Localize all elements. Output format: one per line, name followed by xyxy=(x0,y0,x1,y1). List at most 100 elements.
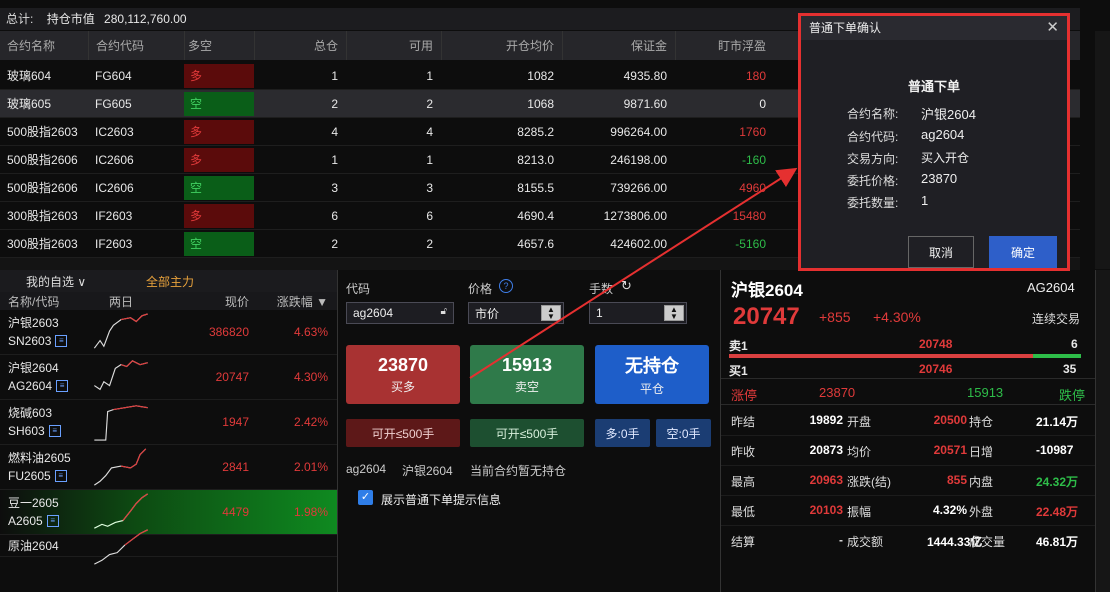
close-position-button[interactable]: 无持仓 平仓 xyxy=(595,345,709,404)
cell-avg-price: 8213.0 xyxy=(517,152,554,167)
wl-col-twoday[interactable]: 两日 xyxy=(78,293,164,310)
cell-margin: 9871.60 xyxy=(623,96,667,111)
list-item[interactable]: 沪银2604 AG2604 ≡ 20747 4.30% xyxy=(0,355,337,400)
list-item[interactable]: 原油2604 xyxy=(0,528,337,565)
quote-last-price: 20747 xyxy=(733,303,800,330)
cancel-button[interactable]: 取消 xyxy=(908,236,974,268)
quote-divider xyxy=(721,435,1096,436)
short-zero-button[interactable]: 空:0手 xyxy=(656,419,711,447)
watchlist-header: 名称/代码 两日 现价 涨跌幅 ▼ xyxy=(0,292,337,310)
close-icon[interactable]: ✕ xyxy=(1046,16,1059,40)
menu-icon[interactable]: ≡ xyxy=(55,335,68,347)
qty-stepper-icon[interactable]: ▲ ▼ xyxy=(664,305,684,321)
order-confirm-dialog: 普通下单确认 ✕ 普通下单 合约名称: 沪银2604 合约代码: ag2604 … xyxy=(798,13,1070,271)
bid-label: 买1 xyxy=(729,364,748,378)
price-type-value: 市价 xyxy=(475,306,500,321)
quote-stat-l3: 成交量 xyxy=(969,535,1006,549)
order-panel: 代码 价格 ? 手数 ↻ ag2604 🔓︎ 市价 ▲ ▼ 1 ▲ ▼ 23870 … xyxy=(339,270,719,592)
cell-direction: 多 xyxy=(184,203,254,228)
col-header-pnl[interactable]: 盯市浮盈 xyxy=(675,31,770,60)
list-item[interactable]: 烧碱603 SH603 ≡ 1947 2.42% xyxy=(0,400,337,445)
cell-total: 1 xyxy=(331,152,338,167)
price-stepper-icon[interactable]: ▲ ▼ xyxy=(541,305,561,321)
confirm-button[interactable]: 确定 xyxy=(989,236,1057,268)
cell-code: IC2606 xyxy=(95,152,134,167)
price-type-select[interactable]: 市价 ▲ ▼ xyxy=(468,302,564,324)
cell-name: 玻璃605 xyxy=(7,97,52,111)
cell-total: 2 xyxy=(331,236,338,251)
can-open-sell-button[interactable]: 可开≤500手 xyxy=(470,419,584,447)
wl-code-wrap: SH603 ≡ xyxy=(8,422,78,440)
quote-stat-l3: 外盘 xyxy=(969,505,994,519)
cell-total: 3 xyxy=(331,180,338,195)
col-header-name[interactable]: 合约名称 xyxy=(0,31,88,60)
dialog-heading: 普通下单 xyxy=(907,79,960,94)
cell-margin: 246198.00 xyxy=(610,152,667,167)
right-side-strip-lower xyxy=(1095,270,1110,592)
quote-stat-l2: 振幅 xyxy=(847,505,872,519)
show-tip-checkbox[interactable]: ✓ xyxy=(358,490,373,505)
col-header-available[interactable]: 可用 xyxy=(346,31,441,60)
limit-up-label: 涨停 xyxy=(731,388,758,403)
bid-price: 20746 xyxy=(919,362,953,376)
dialog-name: 沪银2604 xyxy=(921,107,976,122)
dialog-price-label: 委托价格: xyxy=(847,174,899,188)
tab-all-main[interactable]: 全部主力 xyxy=(116,273,194,290)
cell-direction: 空 xyxy=(184,91,254,116)
quote-divider xyxy=(721,378,1096,379)
cell-available: 1 xyxy=(426,68,433,83)
dialog-qty-label: 委托数量: xyxy=(847,196,899,210)
menu-icon[interactable]: ≡ xyxy=(54,470,67,482)
wl-item-name: 燃料油2605 xyxy=(8,451,71,465)
menu-icon[interactable]: ≡ xyxy=(48,425,61,437)
qty-input[interactable]: 1 ▲ ▼ xyxy=(589,302,687,324)
col-header-avg-price[interactable]: 开仓均价 xyxy=(441,31,562,60)
col-header-margin[interactable]: 保证金 xyxy=(562,31,675,60)
sparkline xyxy=(93,313,148,349)
wl-col-price[interactable]: 现价 xyxy=(164,293,249,310)
menu-icon[interactable]: ≡ xyxy=(46,515,59,527)
sparkline xyxy=(94,528,148,565)
can-open-buy-button[interactable]: 可开≤500手 xyxy=(346,419,460,447)
wl-col-pct[interactable]: 涨跌幅 ▼ xyxy=(249,293,328,310)
col-header-direction[interactable]: 多空 xyxy=(184,31,254,60)
cell-code: IC2603 xyxy=(95,124,134,139)
bid-volume: 35 xyxy=(1063,362,1077,376)
wl-col-name[interactable]: 名称/代码 xyxy=(0,293,78,310)
wl-item-name: 沪银2603 xyxy=(8,316,59,330)
col-header-code[interactable]: 合约代码 xyxy=(88,31,184,60)
wl-item-pct: 1.98% xyxy=(293,505,328,519)
quote-code: AG2604 xyxy=(1027,280,1075,295)
tab-my-watchlist[interactable]: 我的自选 ∨ xyxy=(0,273,116,290)
col-header-total[interactable]: 总仓 xyxy=(254,31,346,60)
help-icon[interactable]: ? xyxy=(499,279,513,293)
right-side-strip xyxy=(1095,31,1110,269)
list-item[interactable]: 豆一2605 A2605 ≡ 4479 1.98% xyxy=(0,490,337,535)
list-item[interactable]: 沪银2603 SN2603 ≡ 386820 4.63% xyxy=(0,310,337,355)
cell-direction: 多 xyxy=(184,63,254,88)
wl-item-pct: 2.01% xyxy=(293,460,328,474)
quote-session: 连续交易 xyxy=(1032,312,1081,326)
wl-item-name: 烧碱603 xyxy=(8,406,53,420)
limit-up-price: 23870 xyxy=(819,385,856,400)
wl-name-cell: 豆一2605 A2605 ≡ xyxy=(0,494,78,530)
wl-code-wrap: AG2604 ≡ xyxy=(8,377,78,395)
limit-down-label: 跌停 xyxy=(1059,388,1086,403)
dialog-name-label: 合约名称: xyxy=(847,107,899,121)
lock-icon[interactable]: 🔓︎ xyxy=(441,306,447,317)
cell-available: 4 xyxy=(426,124,433,139)
wl-item-code: SH603 xyxy=(8,424,45,438)
qty-input-value: 1 xyxy=(596,306,603,320)
wl-item-name: 沪银2604 xyxy=(8,361,59,375)
wl-item-pct: 4.63% xyxy=(293,325,328,339)
cell-available: 3 xyxy=(426,180,433,195)
show-tip-label: 展示普通下单提示信息 xyxy=(381,493,502,507)
buy-long-button[interactable]: 23870 买多 xyxy=(346,345,460,404)
code-input[interactable]: ag2604 🔓︎ xyxy=(346,302,454,324)
sell-short-button[interactable]: 15913 卖空 xyxy=(470,345,584,404)
refresh-icon[interactable]: ↻ xyxy=(621,278,632,294)
dialog-code-label: 合约代码: xyxy=(847,130,899,144)
menu-icon[interactable]: ≡ xyxy=(56,380,69,392)
list-item[interactable]: 燃料油2605 FU2605 ≡ 2841 2.01% xyxy=(0,445,337,490)
long-zero-button[interactable]: 多:0手 xyxy=(595,419,650,447)
